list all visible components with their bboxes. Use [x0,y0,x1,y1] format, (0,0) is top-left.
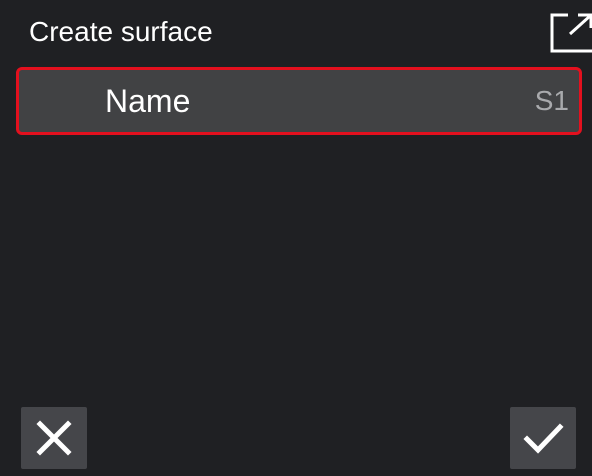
create-surface-screen: Create surface Name S1 [0,0,592,476]
checkmark-icon [510,407,576,469]
name-field-row[interactable]: Name S1 [16,67,582,135]
name-field-label: Name [105,83,191,119]
cancel-button[interactable] [21,407,87,469]
expand-icon [548,10,592,54]
close-icon [21,407,87,469]
page-title: Create surface [29,16,213,47]
expand-button[interactable] [548,10,592,54]
confirm-button[interactable] [510,407,576,469]
name-field-value[interactable]: S1 [535,70,569,132]
